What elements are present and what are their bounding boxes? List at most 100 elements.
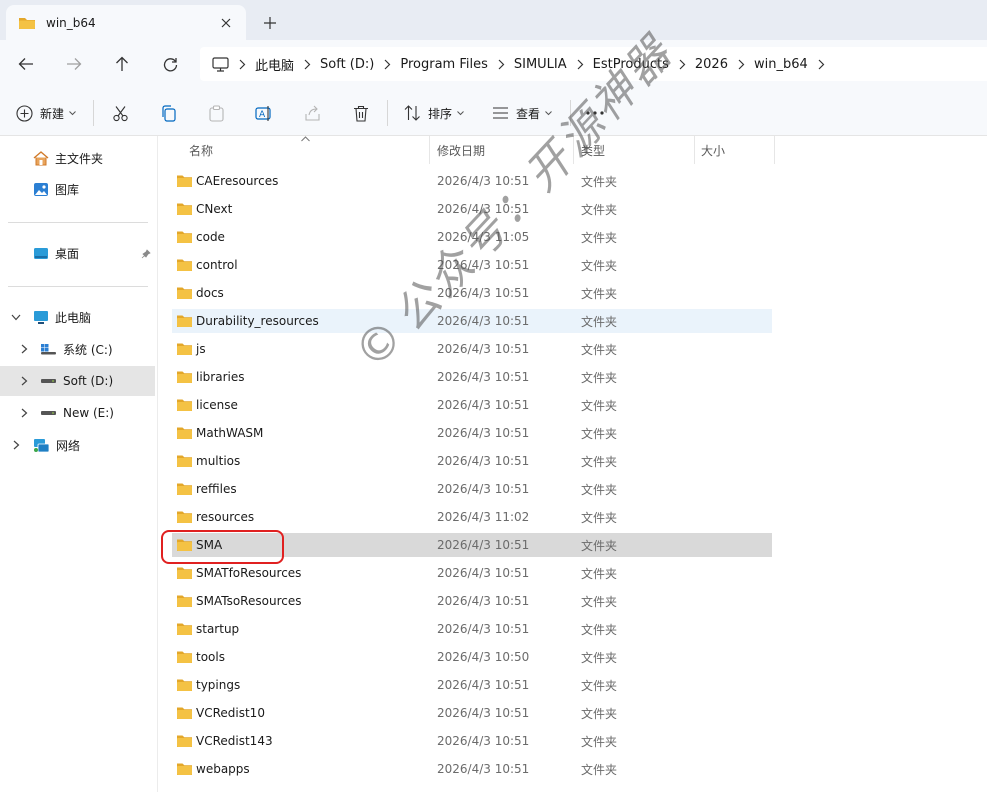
column-header-date[interactable]: 修改日期 — [437, 136, 485, 164]
column-divider[interactable] — [774, 136, 775, 164]
sidebar-item-label: 网络 — [56, 438, 81, 453]
file-row[interactable]: MathWASM 2026/4/3 10:51 文件夹 — [172, 421, 772, 445]
plus-icon — [16, 104, 33, 122]
delete-button[interactable] — [353, 98, 369, 128]
file-row[interactable]: SMATsoResources 2026/4/3 10:51 文件夹 — [172, 589, 772, 613]
sort-button[interactable]: 排序 — [404, 98, 464, 128]
address-bar: 此电脑 Soft (D:) Program Files SIMULIA EstP… — [0, 40, 987, 88]
chevron-right-icon[interactable] — [567, 59, 593, 70]
tab-title: win_b64 — [46, 15, 96, 30]
share-button[interactable] — [304, 98, 321, 128]
more-options-button[interactable] — [585, 98, 605, 128]
column-divider[interactable] — [429, 136, 430, 164]
file-row[interactable]: js 2026/4/3 10:51 文件夹 — [172, 337, 772, 361]
file-name: SMATsoResources — [196, 594, 302, 608]
sidebar-item-this-pc[interactable]: 此电脑 — [0, 302, 155, 332]
up-button[interactable] — [107, 50, 137, 78]
chevron-right-icon[interactable] — [728, 59, 754, 70]
file-row[interactable]: docs 2026/4/3 10:51 文件夹 — [172, 281, 772, 305]
file-row[interactable]: CAEresources 2026/4/3 10:51 文件夹 — [172, 169, 772, 193]
cut-icon — [113, 105, 128, 121]
file-modified-date: 2026/4/3 10:51 — [437, 678, 530, 692]
file-list: 名称 修改日期 类型 大小 CAEresources 2026/4/3 10:51… — [158, 136, 987, 792]
sidebar-item-drive-d[interactable]: Soft (D:) — [0, 366, 155, 396]
view-button[interactable]: 查看 — [492, 98, 552, 128]
chevron-right-icon[interactable] — [294, 59, 320, 70]
column-header-label: 修改日期 — [437, 143, 486, 158]
chevron-right-icon[interactable] — [229, 59, 255, 70]
sidebar-item-drive-c[interactable]: 系统 (C:) — [0, 334, 155, 364]
chevron-right-icon[interactable] — [669, 59, 695, 70]
column-header-size[interactable]: 大小 — [701, 136, 725, 164]
file-row[interactable]: control 2026/4/3 10:51 文件夹 — [172, 253, 772, 277]
file-modified-date: 2026/4/3 10:51 — [437, 734, 530, 748]
network-icon — [34, 438, 50, 452]
file-row[interactable]: VCRedist143 2026/4/3 10:51 文件夹 — [172, 729, 772, 753]
crumb-soft-d[interactable]: Soft (D:) — [320, 57, 374, 72]
file-modified-date: 2026/4/3 10:51 — [437, 622, 530, 636]
file-row[interactable]: Durability_resources 2026/4/3 10:51 文件夹 — [172, 309, 772, 333]
chevron-down-icon[interactable] — [9, 310, 23, 324]
chevron-right-icon[interactable] — [808, 59, 834, 70]
file-row[interactable]: libraries 2026/4/3 10:51 文件夹 — [172, 365, 772, 389]
file-row[interactable]: VCRedist10 2026/4/3 10:51 文件夹 — [172, 701, 772, 725]
sidebar-item-desktop[interactable]: 桌面 — [0, 238, 155, 268]
file-name: license — [196, 398, 238, 412]
crumb-this-pc[interactable]: 此电脑 — [255, 55, 294, 74]
file-name: VCRedist143 — [196, 734, 273, 748]
breadcrumb[interactable]: 此电脑 Soft (D:) Program Files SIMULIA EstP… — [200, 47, 987, 81]
column-header-name[interactable]: 名称 — [189, 136, 213, 164]
file-row[interactable]: multios 2026/4/3 10:51 文件夹 — [172, 449, 772, 473]
drive-icon — [41, 344, 56, 355]
column-divider[interactable] — [573, 136, 574, 164]
file-row[interactable]: webapps 2026/4/3 10:51 文件夹 — [172, 757, 772, 781]
file-row[interactable]: license 2026/4/3 10:51 文件夹 — [172, 393, 772, 417]
file-row[interactable]: CNext 2026/4/3 10:51 文件夹 — [172, 197, 772, 221]
file-row[interactable]: tools 2026/4/3 10:50 文件夹 — [172, 645, 772, 669]
sidebar-item-network[interactable]: 网络 — [0, 430, 155, 460]
sidebar-divider — [8, 286, 148, 287]
pin-icon[interactable] — [141, 249, 151, 259]
file-row[interactable]: startup 2026/4/3 10:51 文件夹 — [172, 617, 772, 641]
file-row[interactable]: SMATfoResources 2026/4/3 10:51 文件夹 — [172, 561, 772, 585]
crumb-win-b64[interactable]: win_b64 — [754, 57, 808, 72]
crumb-estproducts[interactable]: EstProducts — [593, 57, 669, 72]
folder-icon — [177, 651, 192, 663]
new-button[interactable]: 新建 — [16, 98, 76, 128]
column-header-type[interactable]: 类型 — [581, 136, 605, 164]
sidebar-item-label: 桌面 — [55, 246, 80, 261]
crumb-2026[interactable]: 2026 — [695, 57, 728, 72]
tab-close-button[interactable] — [212, 11, 240, 35]
new-tab-button[interactable] — [256, 10, 284, 36]
sidebar-item-home[interactable]: 主文件夹 — [0, 143, 155, 173]
column-header-label: 大小 — [701, 143, 726, 158]
forward-button[interactable] — [59, 50, 89, 78]
file-row[interactable]: resources 2026/4/3 11:02 文件夹 — [172, 505, 772, 529]
crumb-simulia[interactable]: SIMULIA — [514, 57, 567, 72]
copy-button[interactable] — [160, 98, 177, 128]
refresh-button[interactable] — [155, 50, 185, 78]
file-row[interactable]: typings 2026/4/3 10:51 文件夹 — [172, 673, 772, 697]
file-type: 文件夹 — [581, 342, 618, 357]
file-row[interactable]: code 2026/4/3 11:05 文件夹 — [172, 225, 772, 249]
file-modified-date: 2026/4/3 11:05 — [437, 230, 530, 244]
column-divider[interactable] — [694, 136, 695, 164]
chevron-right-icon[interactable] — [17, 406, 31, 420]
chevron-right-icon[interactable] — [9, 438, 23, 452]
file-modified-date: 2026/4/3 10:51 — [437, 314, 530, 328]
tab-win-b64[interactable]: win_b64 — [6, 5, 246, 40]
title-bar: win_b64 — [0, 0, 987, 40]
sidebar-item-drive-e[interactable]: New (E:) — [0, 398, 155, 428]
chevron-right-icon[interactable] — [488, 59, 514, 70]
cut-button[interactable] — [112, 98, 129, 128]
rename-button[interactable]: A — [255, 98, 273, 128]
file-row[interactable]: reffiles 2026/4/3 10:51 文件夹 — [172, 477, 772, 501]
sidebar-item-gallery[interactable]: 图库 — [0, 174, 155, 204]
chevron-right-icon[interactable] — [374, 59, 400, 70]
paste-button[interactable] — [208, 98, 225, 128]
back-button[interactable] — [11, 50, 41, 78]
crumb-program-files[interactable]: Program Files — [400, 57, 488, 72]
chevron-right-icon[interactable] — [17, 374, 31, 388]
column-header-label: 名称 — [189, 143, 214, 158]
chevron-right-icon[interactable] — [17, 342, 31, 356]
